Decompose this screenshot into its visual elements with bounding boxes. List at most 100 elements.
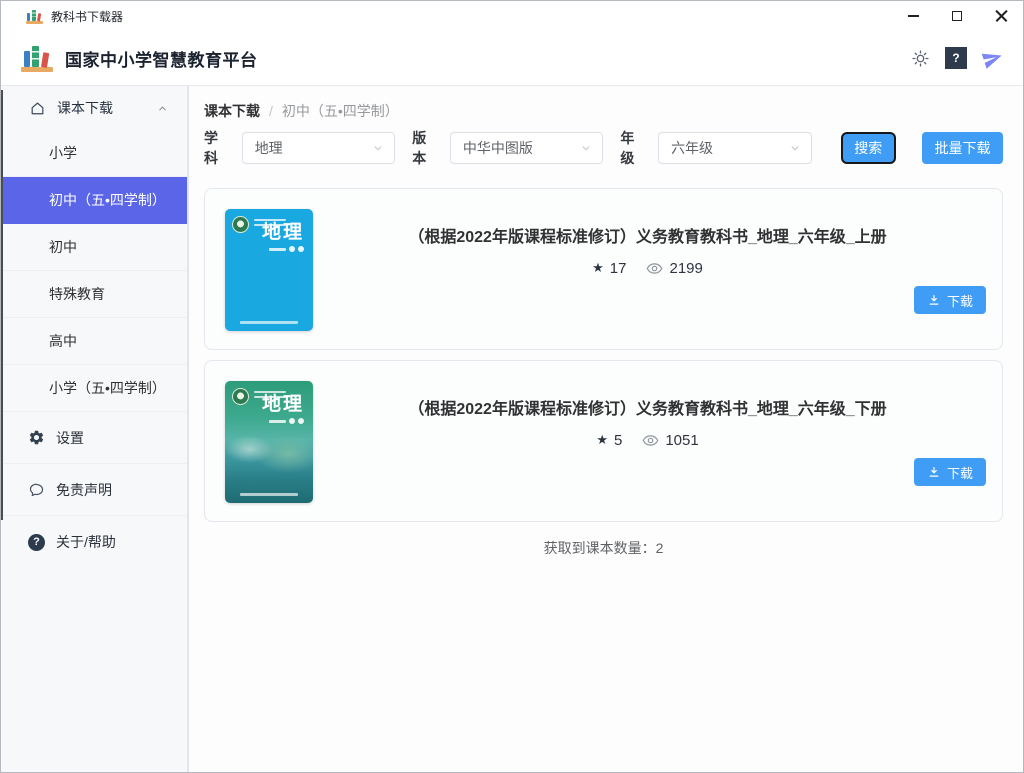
search-button[interactable]: 搜索: [841, 132, 896, 164]
views-stat: 1051: [642, 432, 698, 449]
book-card: 地理 （根据2022年版课程标准修订）义务教育教科书_地理_六年级_上册 ★ 1…: [204, 188, 1003, 350]
subject-select[interactable]: 地理: [242, 132, 396, 164]
views-count: 2199: [669, 260, 702, 277]
settings-label: 设置: [56, 428, 84, 448]
book-stats: ★ 5 1051: [596, 432, 698, 449]
chevron-down-icon: [579, 141, 593, 155]
cover-emblem-icon: [232, 216, 249, 233]
app-icon: [26, 9, 43, 24]
sidebar-item-senior-school[interactable]: 高中: [1, 318, 187, 365]
edition-select[interactable]: 中华中图版: [450, 132, 604, 164]
chevron-down-icon: [788, 141, 802, 155]
book-list: 地理 （根据2022年版课程标准修订）义务教育教科书_地理_六年级_上册 ★ 1…: [204, 188, 1003, 522]
disclaimer-label: 免责声明: [56, 480, 112, 500]
close-icon: [995, 10, 1008, 23]
sidebar-item-junior-54-system[interactable]: 初中（五•四学制）: [1, 177, 187, 224]
bookshelf-logo-icon: [21, 44, 53, 72]
book-info: （根据2022年版课程标准修订）义务教育教科书_地理_六年级_下册 ★ 5: [313, 381, 982, 501]
theme-sun-icon[interactable]: [909, 47, 931, 69]
sidebar-root-label: 课本下载: [57, 98, 113, 118]
subject-select-value: 地理: [255, 138, 372, 158]
download-icon: [927, 293, 941, 307]
sidebar-item-about-help[interactable]: ? 关于/帮助: [1, 516, 187, 568]
download-button[interactable]: 下载: [914, 286, 986, 314]
body: 课本下载 小学 初中（五•四学制） 初中 特殊教育 高中 小学（五•四学制） 设…: [1, 86, 1023, 772]
titlebar: 教科书下载器: [1, 1, 1023, 31]
star-stat: ★ 5: [596, 432, 622, 449]
cover-subtitle: [269, 246, 304, 252]
batch-download-label: 批量下载: [935, 138, 991, 158]
cover-emblem-icon: [232, 388, 249, 405]
filter-bar: 学科 地理 版本 中华中图版 年级 六年级 搜索: [204, 128, 1003, 168]
cover-publisher-text: [240, 321, 298, 324]
book-title: （根据2022年版课程标准修订）义务教育教科书_地理_六年级_上册: [408, 223, 886, 247]
sidebar-item-special-education[interactable]: 特殊教育: [1, 271, 187, 318]
main-content: 课本下载 / 初中（五•四学制） 学科 地理 版本 中华中图版 年级 六年级: [189, 86, 1023, 772]
star-count: 5: [614, 432, 622, 449]
views-stat: 2199: [646, 260, 702, 277]
sidebar-item-primary-54-system[interactable]: 小学（五•四学制）: [1, 365, 187, 412]
maximize-button[interactable]: [935, 1, 979, 31]
edition-label: 版本: [412, 128, 440, 168]
search-button-label: 搜索: [854, 138, 882, 158]
download-button-label: 下载: [947, 463, 973, 482]
star-stat: ★ 17: [592, 260, 626, 277]
sidebar: 课本下载 小学 初中（五•四学制） 初中 特殊教育 高中 小学（五•四学制） 设…: [1, 86, 189, 772]
minimize-button[interactable]: [891, 1, 935, 31]
download-button[interactable]: 下载: [914, 458, 986, 486]
breadcrumb-separator: /: [269, 103, 273, 119]
sidebar-item-settings[interactable]: 设置: [1, 412, 187, 464]
book-info: （根据2022年版课程标准修订）义务教育教科书_地理_六年级_上册 ★ 17: [313, 209, 982, 329]
help-question-glyph: ?: [947, 49, 966, 68]
book-cover-image: 地理: [225, 381, 313, 503]
views-count: 1051: [665, 432, 698, 449]
result-count-label: 获取到课本数量：: [544, 540, 656, 556]
grade-label: 年级: [620, 128, 648, 168]
help-circle-icon: ?: [28, 534, 45, 551]
grade-select[interactable]: 六年级: [658, 132, 812, 164]
breadcrumb-current: 初中（五•四学制）: [282, 101, 399, 121]
sidebar-item-textbook-download[interactable]: 课本下载: [1, 86, 187, 130]
window-title: 教科书下载器: [51, 8, 123, 25]
cover-title: 地理: [262, 217, 304, 244]
send-plane-icon[interactable]: [981, 47, 1003, 69]
star-icon: ★: [592, 261, 604, 276]
result-count-value: 2: [656, 540, 664, 556]
breadcrumb: 课本下载 / 初中（五•四学制）: [204, 101, 1003, 120]
maximize-icon: [952, 11, 962, 21]
help-icon[interactable]: ?: [945, 47, 967, 69]
edition-select-value: 中华中图版: [463, 138, 580, 158]
batch-download-button[interactable]: 批量下载: [922, 132, 1003, 164]
cover-publisher-text: [240, 493, 298, 496]
book-cover-image: 地理: [225, 209, 313, 331]
sidebar-item-disclaimer[interactable]: 免责声明: [1, 464, 187, 516]
breadcrumb-root[interactable]: 课本下载: [204, 101, 260, 121]
app-window: 教科书下载器 国家中小学智慧教育平台 ?: [0, 0, 1024, 773]
home-icon: [29, 100, 46, 117]
close-button[interactable]: [979, 1, 1023, 31]
book-title: （根据2022年版课程标准修订）义务教育教科书_地理_六年级_下册: [408, 395, 886, 419]
book-stats: ★ 17 2199: [592, 260, 703, 277]
download-icon: [927, 465, 941, 479]
page-title: 国家中小学智慧教育平台: [65, 46, 258, 71]
sidebar-item-primary-school[interactable]: 小学: [1, 130, 187, 177]
book-card: 地理 （根据2022年版课程标准修订）义务教育教科书_地理_六年级_下册 ★ 5: [204, 360, 1003, 522]
chevron-down-icon: [371, 141, 385, 155]
header-actions: ?: [909, 47, 1003, 69]
window-controls: [891, 1, 1023, 31]
star-count: 17: [610, 260, 627, 277]
star-icon: ★: [596, 433, 608, 448]
subject-label: 学科: [204, 128, 232, 168]
chat-bubble-icon: [28, 481, 45, 498]
eye-icon: [646, 260, 663, 277]
gear-icon: [28, 429, 45, 446]
eye-icon: [642, 432, 659, 449]
about-help-label: 关于/帮助: [56, 532, 116, 552]
app-header: 国家中小学智慧教育平台 ?: [1, 31, 1023, 86]
sidebar-item-junior-school[interactable]: 初中: [1, 224, 187, 271]
cover-subtitle: [269, 418, 304, 424]
minimize-icon: [908, 15, 919, 17]
download-button-label: 下载: [947, 291, 973, 310]
grade-select-value: 六年级: [671, 138, 788, 158]
chevron-up-icon: [156, 102, 169, 115]
